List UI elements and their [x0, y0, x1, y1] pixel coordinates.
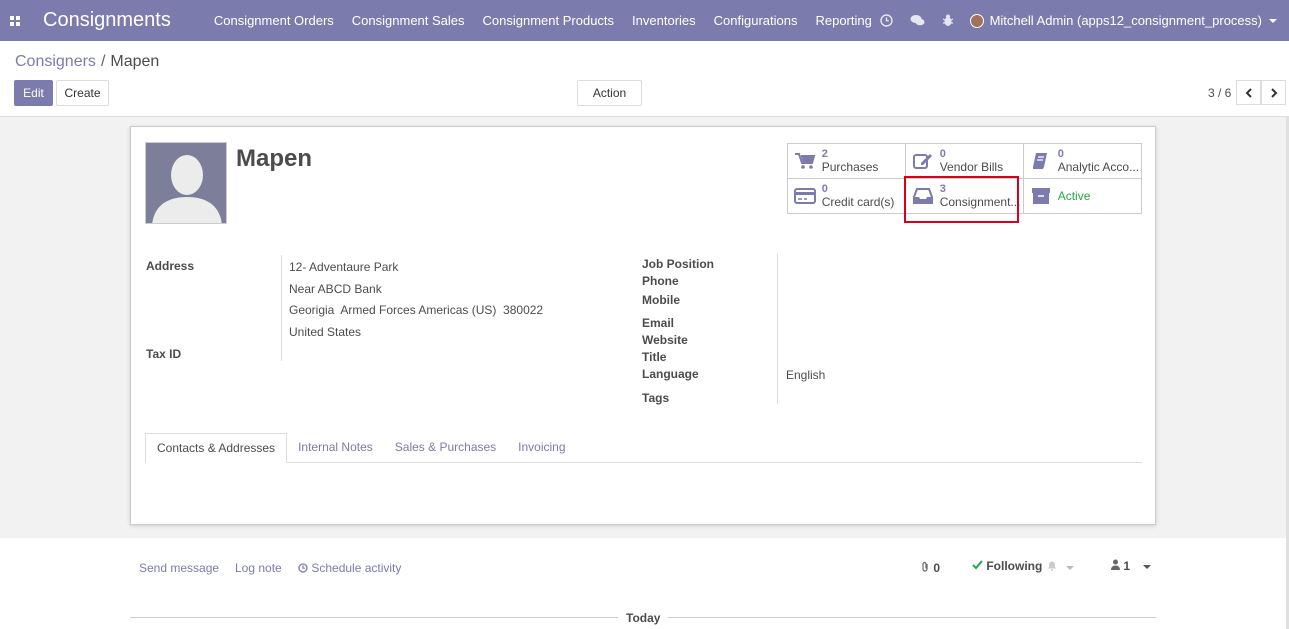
following-label: Following: [986, 559, 1043, 573]
contact-avatar-image[interactable]: [145, 142, 227, 224]
language-value[interactable]: English: [786, 368, 825, 382]
tab-invoicing[interactable]: Invoicing: [507, 433, 576, 462]
followers-count: 1: [1123, 559, 1131, 573]
edit-icon: [906, 144, 940, 178]
vendor-bills-label: Vendor Bills: [939, 161, 1004, 174]
app-brand[interactable]: Consignments: [43, 9, 171, 32]
field-divider: [281, 255, 282, 361]
address-street[interactable]: 12- Adventaure Park: [289, 260, 398, 274]
language-label: Language: [642, 367, 699, 381]
address-label: Address: [146, 259, 195, 273]
following-button[interactable]: Following: [972, 559, 1042, 573]
phone-label: Phone: [642, 274, 679, 288]
analytic-accounts-label: Analytic Acco...: [1057, 161, 1140, 174]
tab-internal-notes[interactable]: Internal Notes: [287, 433, 384, 462]
chevron-left-icon: [1245, 87, 1252, 98]
credit-cards-count: 0: [821, 183, 828, 195]
menu-consignment-products[interactable]: Consignment Products: [474, 0, 624, 41]
action-dropdown[interactable]: Action: [577, 80, 642, 120]
tab-sales-purchases[interactable]: Sales & Purchases: [384, 433, 507, 462]
menu-consignment-orders[interactable]: Consignment Orders: [205, 0, 343, 41]
tags-label: Tags: [642, 391, 670, 405]
send-message-button[interactable]: Send message: [139, 561, 219, 575]
active-label: Active: [1057, 190, 1091, 203]
check-icon: [972, 560, 983, 570]
log-note-button[interactable]: Log note: [235, 561, 282, 575]
tab-contacts-addresses[interactable]: Contacts & Addresses: [145, 433, 288, 463]
record-name[interactable]: Mapen: [236, 145, 312, 173]
chevron-right-icon: [1270, 87, 1277, 98]
credit-cards-button[interactable]: 0 Credit card(s): [787, 178, 906, 214]
caret-down-icon: [1143, 564, 1152, 569]
field-divider: [777, 254, 778, 404]
person-placeholder-icon: [146, 143, 226, 223]
breadcrumb-current: Mapen: [110, 53, 160, 70]
notification-settings-button[interactable]: [1047, 560, 1075, 574]
address-street2[interactable]: Near ABCD Bank: [289, 282, 382, 296]
purchases-label: Purchases: [821, 161, 879, 174]
caret-down-icon: [1066, 565, 1075, 570]
email-label: Email: [642, 316, 675, 330]
menu-configurations[interactable]: Configurations: [705, 0, 807, 41]
top-navbar: Consignments Consignment Orders Consignm…: [0, 0, 1289, 41]
purchases-count: 2: [821, 148, 828, 160]
cart-icon: [788, 144, 822, 178]
job-position-label: Job Position: [642, 257, 714, 271]
book-icon: [1024, 144, 1058, 178]
breadcrumb-consigners[interactable]: Consigners: [15, 53, 96, 70]
vendor-bills-count: 0: [939, 148, 946, 160]
menu-consignment-sales[interactable]: Consignment Sales: [343, 0, 474, 41]
navbar-systray: Mitchell Admin (apps12_consignment_proce…: [871, 0, 1289, 41]
schedule-activity-button[interactable]: Schedule activity: [298, 561, 401, 575]
address-country[interactable]: United States: [289, 325, 361, 339]
user-name: Mitchell Admin (apps12_consignment_proce…: [989, 13, 1262, 28]
activity-clock-icon[interactable]: [871, 0, 902, 41]
breadcrumb-separator: /: [100, 53, 106, 70]
debug-bug-icon[interactable]: [933, 0, 964, 41]
clock-icon: [298, 563, 308, 573]
credit-card-icon: [788, 179, 822, 213]
mobile-label: Mobile: [642, 293, 680, 307]
paperclip-icon: [922, 561, 928, 572]
followers-button[interactable]: 1: [1111, 559, 1152, 573]
schedule-activity-label: Schedule activity: [311, 561, 402, 575]
title-label: Title: [642, 350, 667, 364]
attachments-button[interactable]: 0: [921, 561, 940, 575]
menu-inventories[interactable]: Inventories: [623, 0, 705, 41]
purchases-button[interactable]: 2 Purchases: [787, 143, 906, 179]
pager-previous-button[interactable]: [1236, 80, 1261, 105]
edit-button[interactable]: Edit: [14, 80, 53, 106]
main-menu: Consignment Orders Consignment Sales Con…: [205, 0, 881, 41]
archive-icon: [1024, 179, 1058, 213]
chevron-down-icon: [1269, 18, 1277, 23]
credit-cards-label: Credit card(s): [821, 196, 895, 209]
attachments-count: 0: [933, 561, 941, 575]
date-separator-today: Today: [618, 611, 669, 625]
avatar: [969, 13, 984, 28]
pager-value[interactable]: 3 / 6: [1208, 86, 1231, 100]
website-label: Website: [642, 333, 688, 347]
vendor-bills-button[interactable]: 0 Vendor Bills: [905, 143, 1024, 179]
apps-menu-icon[interactable]: [0, 0, 30, 41]
address-city-state-zip[interactable]: Georigia Armed Forces Americas (US) 3800…: [289, 303, 543, 317]
notebook-tabs: Contacts & Addresses Internal Notes Sale…: [145, 433, 1142, 463]
user-icon: [1111, 559, 1120, 570]
bell-icon: [1048, 561, 1056, 571]
user-menu[interactable]: Mitchell Admin (apps12_consignment_proce…: [964, 13, 1289, 28]
breadcrumb: Consigners / Mapen: [15, 53, 159, 71]
active-toggle-button[interactable]: Active: [1023, 178, 1142, 214]
tax-id-label: Tax ID: [146, 347, 182, 361]
analytic-accounts-button[interactable]: 0 Analytic Acco...: [1023, 143, 1142, 179]
analytic-accounts-count: 0: [1057, 148, 1064, 160]
pager-next-button[interactable]: [1261, 80, 1286, 105]
messages-icon[interactable]: [902, 0, 933, 41]
consignment-highlight-box: [904, 176, 1019, 223]
create-button[interactable]: Create: [56, 80, 109, 106]
action-label: Action: [592, 86, 627, 100]
